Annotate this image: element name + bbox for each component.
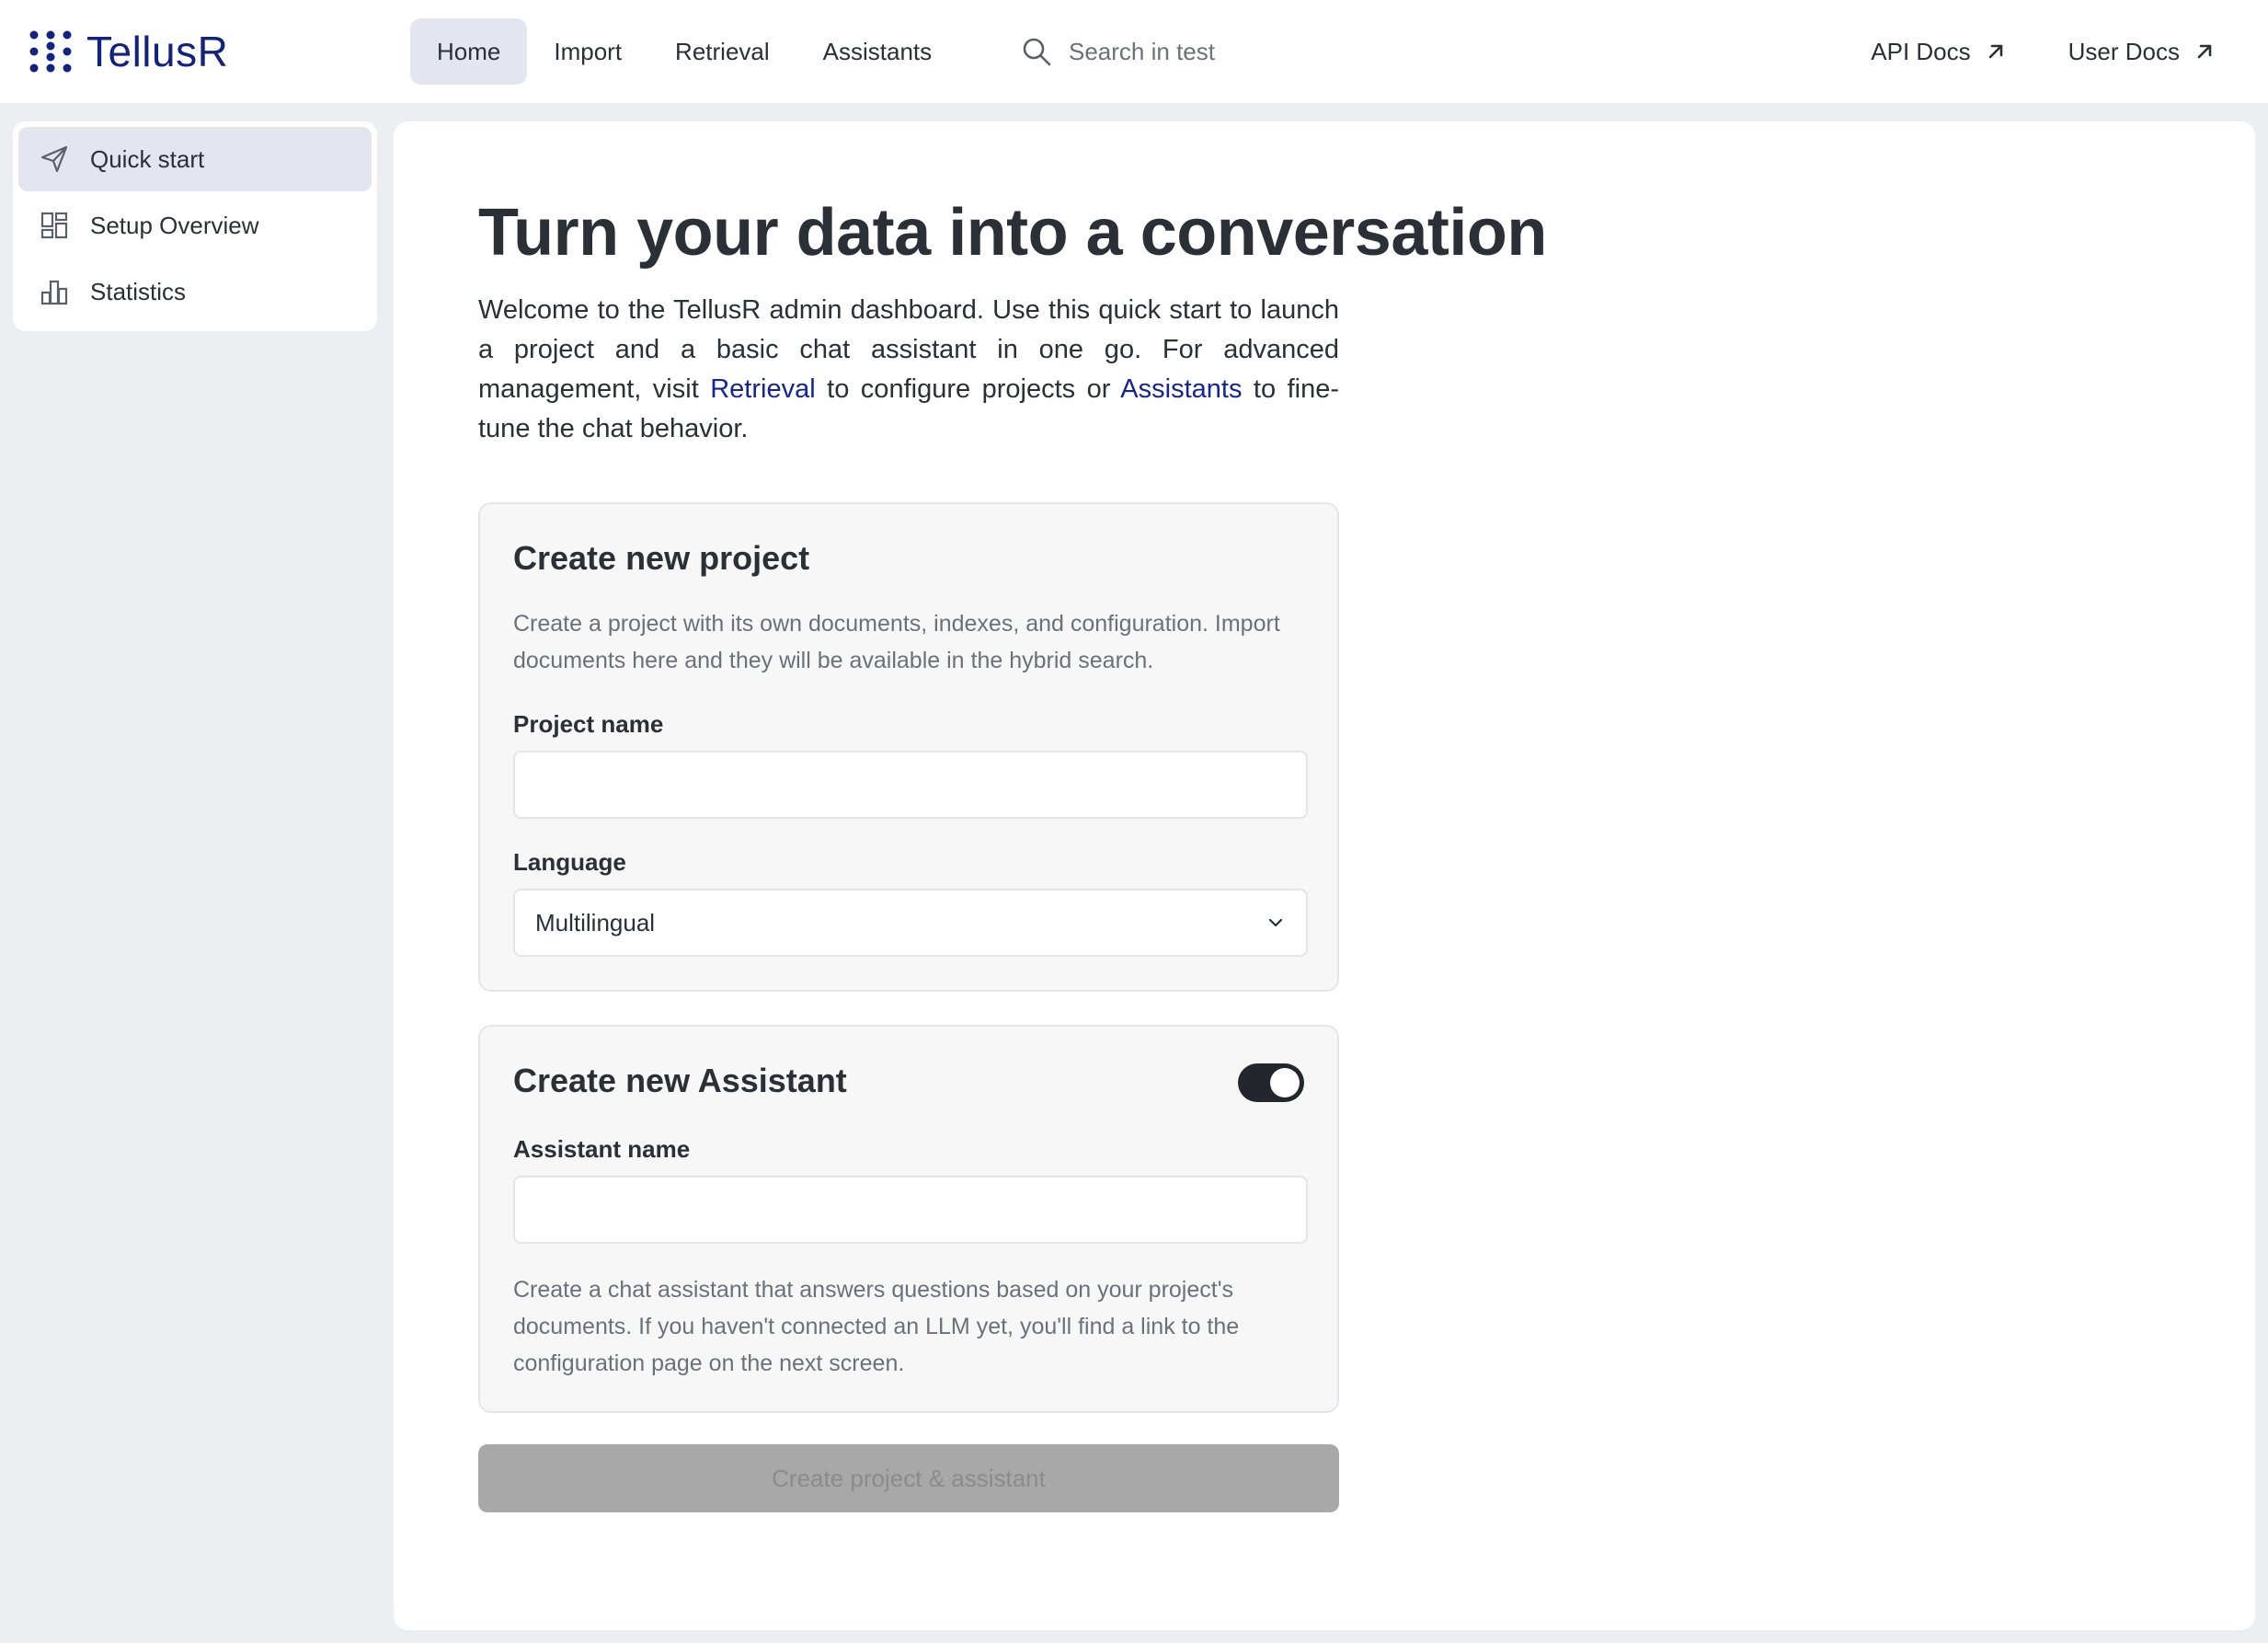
sidebar: Quick start Setup Overview Statistics (13, 121, 377, 331)
sidebar-item-setup-overview[interactable]: Setup Overview (18, 193, 372, 258)
nav-home-label: Home (437, 37, 501, 65)
nav-retrieval-label: Retrieval (675, 37, 770, 65)
chevron-down-icon (1268, 918, 1283, 927)
dashboard-icon (40, 212, 68, 239)
assistant-name-input[interactable] (515, 1178, 1306, 1242)
arrow-up-right-icon (1988, 44, 2002, 59)
language-selected-value: Multilingual (535, 908, 656, 936)
create-project-description: Create a project with its own documents,… (513, 611, 1280, 673)
assistant-name-field (513, 1176, 1308, 1244)
logo[interactable]: TellusR (28, 26, 228, 77)
user-docs-link[interactable]: User Docs (2068, 38, 2216, 66)
nav-retrieval[interactable]: Retrieval (648, 18, 796, 85)
create-assistant-toggle[interactable] (1238, 1063, 1304, 1102)
external-links: API Docs User Docs (1871, 28, 2216, 75)
create-project-title: Create new project (513, 539, 810, 577)
retrieval-link[interactable]: Retrieval (710, 374, 815, 404)
nav-home[interactable]: Home (410, 18, 528, 85)
toggle-knob (1270, 1068, 1300, 1097)
page-title: Turn your data into a conversation (478, 196, 1547, 270)
sidebar-item-label: Quick start (90, 144, 205, 173)
project-name-label: Project name (513, 710, 664, 738)
create-assistant-card: Create new Assistant Assistant name Crea… (478, 1025, 1339, 1413)
create-assistant-title: Create new Assistant (513, 1062, 847, 1099)
nav-assistants-label: Assistants (822, 37, 933, 65)
user-docs-label: User Docs (2068, 37, 2180, 65)
create-assistant-description: Create a chat assistant that answers que… (513, 1277, 1240, 1376)
create-project-card: Create new project Create a project with… (478, 502, 1339, 992)
logo-dots-icon (29, 30, 72, 73)
api-docs-label: API Docs (1871, 37, 1971, 65)
app-name: TellusR (86, 28, 229, 75)
sidebar-item-label: Setup Overview (90, 211, 259, 239)
language-label: Language (513, 848, 626, 876)
api-docs-link[interactable]: API Docs (1871, 38, 2007, 66)
top-bar: TellusR Home Import Retrieval Assistants… (0, 0, 2268, 103)
nav-assistants[interactable]: Assistants (796, 18, 959, 85)
main-content: Turn your data into a conversation Welco… (394, 121, 2255, 1630)
arrow-up-right-icon (2197, 44, 2212, 59)
project-name-field (513, 751, 1308, 819)
sidebar-item-quick-start[interactable]: Quick start (18, 127, 372, 191)
main-nav: Home Import Retrieval Assistants (410, 18, 958, 85)
bar-chart-icon (40, 280, 68, 305)
intro-text: Welcome to the TellusR admin dashboard. … (478, 291, 1339, 449)
sidebar-item-statistics[interactable]: Statistics (18, 259, 372, 324)
nav-import-label: Import (554, 37, 623, 65)
send-icon (40, 145, 68, 173)
search-icon (1023, 38, 1051, 66)
assistants-link[interactable]: Assistants (1120, 374, 1242, 404)
intro-part-2: to configure projects or (815, 374, 1121, 404)
project-name-input[interactable] (515, 753, 1306, 817)
create-project-assistant-button[interactable]: Create project & assistant (478, 1444, 1339, 1512)
nav-import[interactable]: Import (527, 18, 648, 85)
sidebar-item-label: Statistics (90, 277, 187, 305)
language-select[interactable]: Multilingual (513, 889, 1308, 957)
search-input[interactable] (1069, 37, 1381, 66)
assistant-name-label: Assistant name (513, 1135, 691, 1163)
search-bar (1021, 28, 1389, 75)
